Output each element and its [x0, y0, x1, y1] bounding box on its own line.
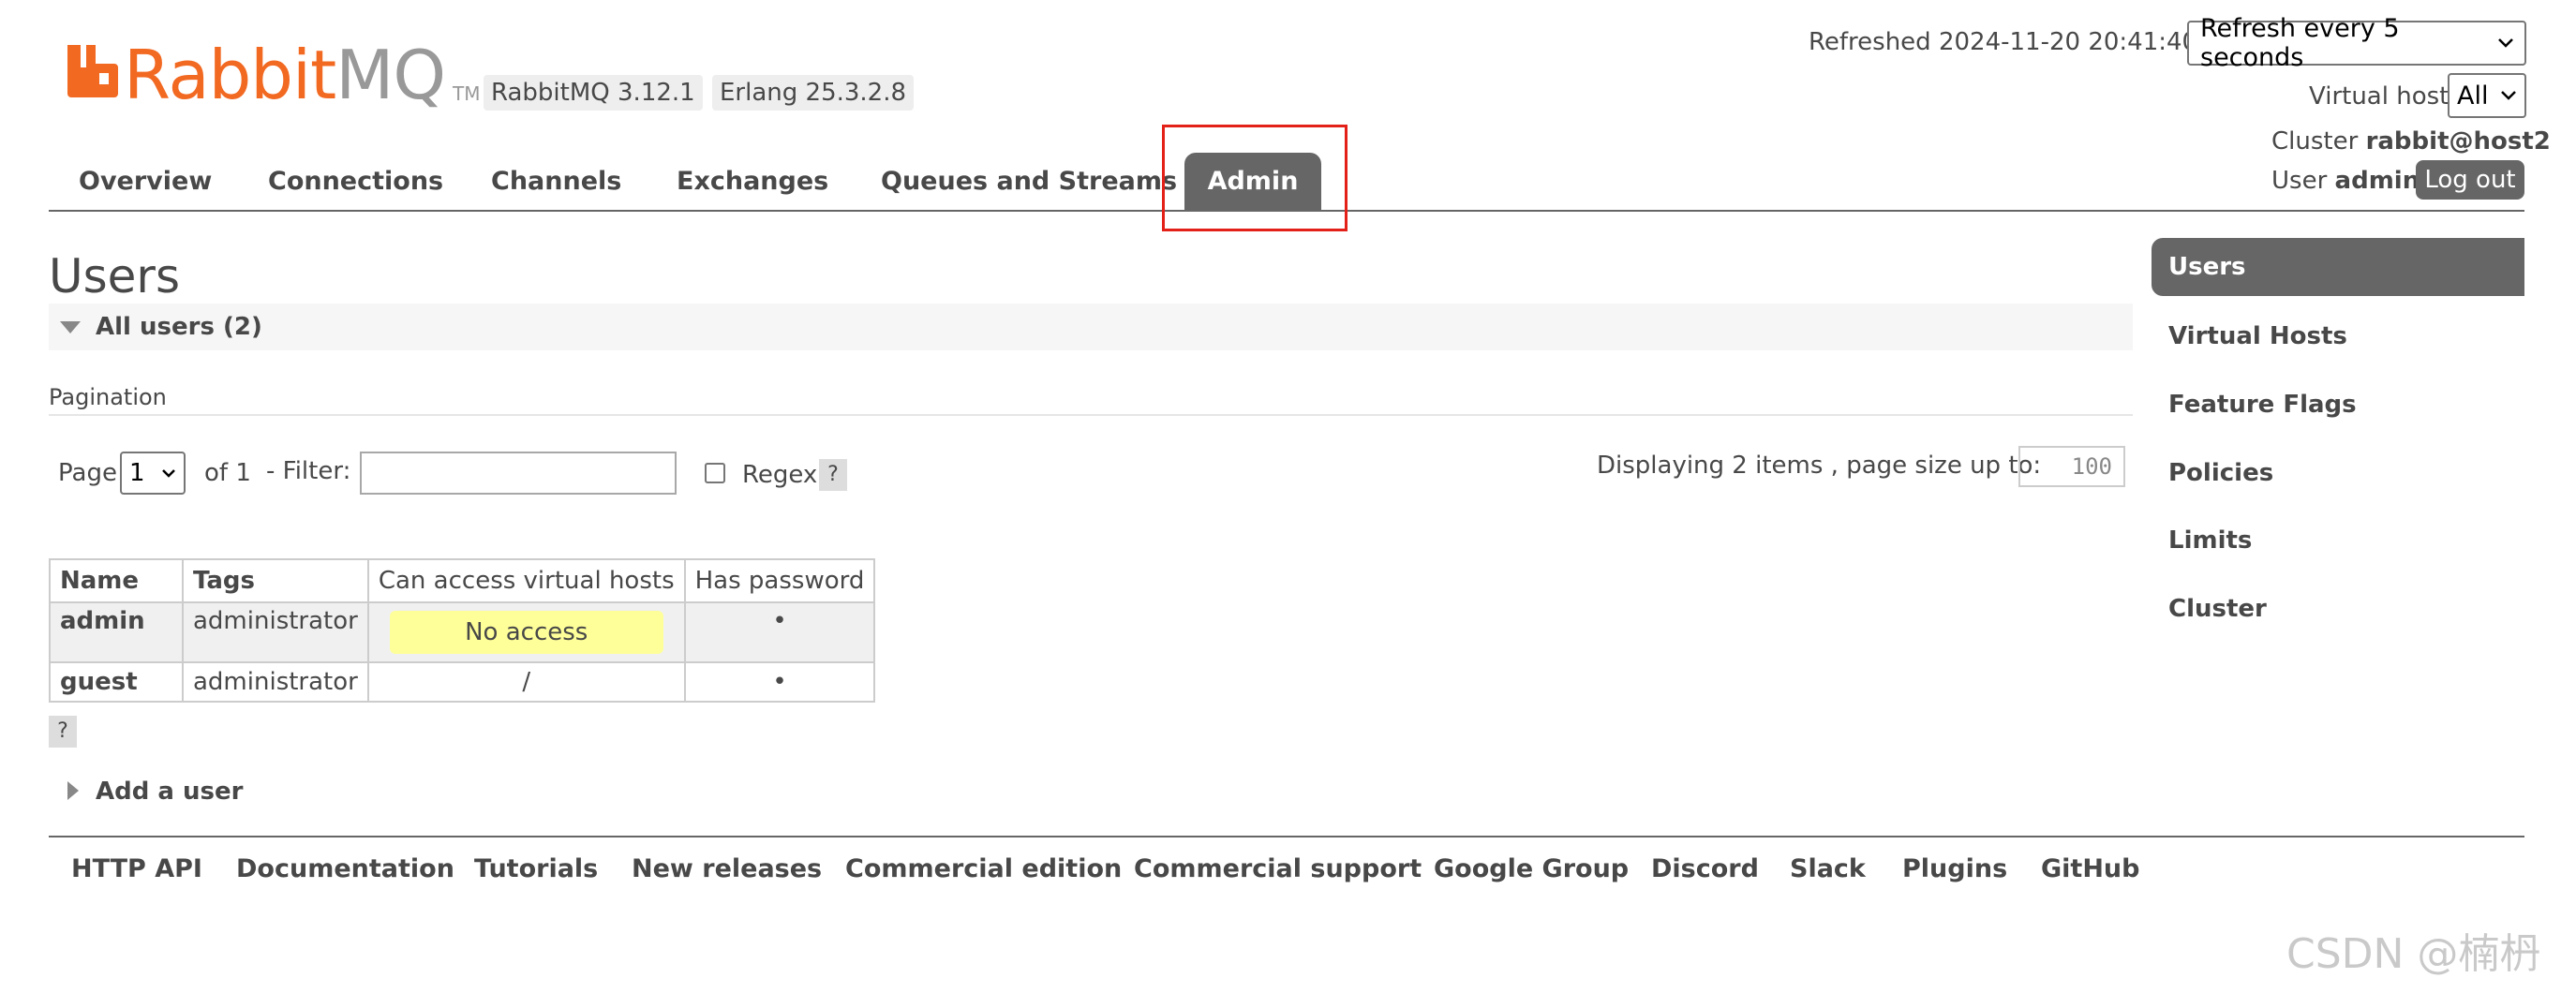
- page-count: of 1: [204, 459, 251, 487]
- sidebar-item-cluster[interactable]: Cluster: [2168, 595, 2267, 623]
- rabbitmq-logo: RabbitMQ TM: [67, 37, 481, 112]
- footer-link-discord[interactable]: Discord: [1651, 854, 1759, 883]
- sidebar-item-users[interactable]: Users: [2152, 238, 2524, 296]
- expand-triangle-icon: [67, 781, 79, 800]
- logo-mq-text: MQ: [335, 36, 446, 114]
- annotation-highlight-box: [1162, 125, 1348, 231]
- table-row[interactable]: guest administrator / •: [49, 661, 876, 703]
- footer-link-github[interactable]: GitHub: [2041, 854, 2139, 883]
- footer-link-http-api[interactable]: HTTP API: [71, 854, 202, 883]
- erlang-version-badge: Erlang 25.3.2.8: [712, 75, 915, 111]
- csdn-watermark: CSDN @楠枬: [2286, 930, 2541, 978]
- footer-link-tutorials[interactable]: Tutorials: [474, 854, 598, 883]
- user-vhosts-cell: No access: [366, 601, 686, 663]
- table-help-button[interactable]: ?: [49, 716, 77, 748]
- logo-rabbit-text: Rabbit: [124, 36, 336, 114]
- rabbitmq-version-badge: RabbitMQ 3.12.1: [484, 75, 703, 111]
- tab-exchanges[interactable]: Exchanges: [677, 167, 828, 196]
- user-vhosts-cell: /: [366, 661, 686, 703]
- no-access-badge: No access: [389, 611, 663, 654]
- column-header-name[interactable]: Name: [49, 558, 184, 603]
- cluster-label: Cluster: [2271, 127, 2359, 156]
- footer-divider: [49, 836, 2524, 837]
- has-password-indicator: •: [683, 601, 876, 663]
- footer-link-commercial-edition[interactable]: Commercial edition: [845, 854, 1122, 883]
- chevron-down-icon: [2501, 91, 2516, 100]
- rabbitmq-logo-icon: [67, 45, 118, 97]
- logo-wordmark: RabbitMQ: [124, 36, 446, 114]
- displaying-items-text: Displaying 2 items , page size up to:: [1597, 452, 2042, 480]
- user-tags: administrator: [182, 661, 369, 703]
- column-header-has-password: Has password: [683, 558, 876, 603]
- refreshed-timestamp: Refreshed 2024-11-20 20:41:40: [1809, 28, 2198, 56]
- footer-link-plugins[interactable]: Plugins: [1902, 854, 2007, 883]
- cluster-name: rabbit@host2: [2365, 127, 2551, 156]
- sidebar-item-policies[interactable]: Policies: [2168, 459, 2273, 487]
- column-header-tags[interactable]: Tags: [182, 558, 369, 603]
- virtual-host-label: Virtual host: [2309, 82, 2449, 111]
- column-header-vhosts: Can access virtual hosts: [366, 558, 686, 603]
- footer-link-new-releases[interactable]: New releases: [632, 854, 822, 883]
- logout-button[interactable]: Log out: [2416, 160, 2524, 200]
- user-name-link[interactable]: guest: [49, 661, 184, 703]
- user-name-link[interactable]: admin: [49, 601, 184, 663]
- pagination-divider: [49, 414, 2133, 416]
- sidebar-item-feature-flags[interactable]: Feature Flags: [2168, 391, 2357, 419]
- table-row[interactable]: admin administrator No access •: [49, 601, 876, 663]
- footer-link-documentation[interactable]: Documentation: [236, 854, 454, 883]
- page-title: Users: [49, 249, 181, 304]
- tab-queues-and-streams[interactable]: Queues and Streams: [881, 167, 1177, 196]
- all-users-section-header[interactable]: All users (2): [49, 304, 2133, 350]
- tab-channels[interactable]: Channels: [491, 167, 621, 196]
- sidebar-item-virtual-hosts[interactable]: Virtual Hosts: [2168, 322, 2347, 350]
- user-tags: administrator: [182, 601, 369, 663]
- chevron-down-icon: [162, 469, 175, 478]
- chevron-down-icon: [2497, 38, 2513, 48]
- all-users-heading: All users (2): [96, 313, 262, 341]
- footer-link-slack[interactable]: Slack: [1790, 854, 1866, 883]
- tab-connections[interactable]: Connections: [268, 167, 443, 196]
- page-select[interactable]: 1: [120, 452, 186, 495]
- regex-label: Regex: [742, 461, 818, 489]
- add-user-toggle[interactable]: Add a user: [49, 776, 424, 813]
- footer-link-commercial-support[interactable]: Commercial support: [1134, 854, 1422, 883]
- filter-label: - Filter:: [266, 457, 351, 485]
- page-size-input[interactable]: 100: [2018, 446, 2125, 487]
- add-user-label: Add a user: [96, 778, 244, 806]
- sidebar-item-limits[interactable]: Limits: [2168, 526, 2252, 555]
- users-table: Name Tags Can access virtual hosts Has p…: [49, 558, 876, 703]
- virtual-host-select[interactable]: All: [2448, 73, 2526, 118]
- filter-input[interactable]: [360, 452, 677, 495]
- user-info: User admin: [2271, 167, 2420, 195]
- tab-overview[interactable]: Overview: [79, 167, 212, 196]
- cluster-info: Cluster rabbit@host2: [2271, 127, 2551, 156]
- refresh-interval-value: Refresh every 5 seconds: [2200, 14, 2400, 72]
- pagination-label: Pagination: [49, 384, 167, 410]
- has-password-indicator: •: [683, 661, 876, 703]
- collapse-triangle-icon: [60, 321, 81, 333]
- page-select-value: 1: [129, 459, 145, 487]
- logo-trademark: TM: [453, 82, 481, 105]
- user-label: User: [2271, 167, 2328, 195]
- user-name: admin: [2334, 167, 2420, 195]
- refresh-interval-select[interactable]: Refresh every 5 seconds: [2187, 14, 2526, 72]
- regex-checkbox[interactable]: [705, 463, 725, 483]
- footer-link-google-group[interactable]: Google Group: [1434, 854, 1629, 883]
- table-header-row: Name Tags Can access virtual hosts Has p…: [49, 558, 876, 603]
- regex-help-button[interactable]: ?: [819, 459, 847, 491]
- page-label: Page: [58, 459, 117, 487]
- virtual-host-value: All: [2457, 81, 2489, 111]
